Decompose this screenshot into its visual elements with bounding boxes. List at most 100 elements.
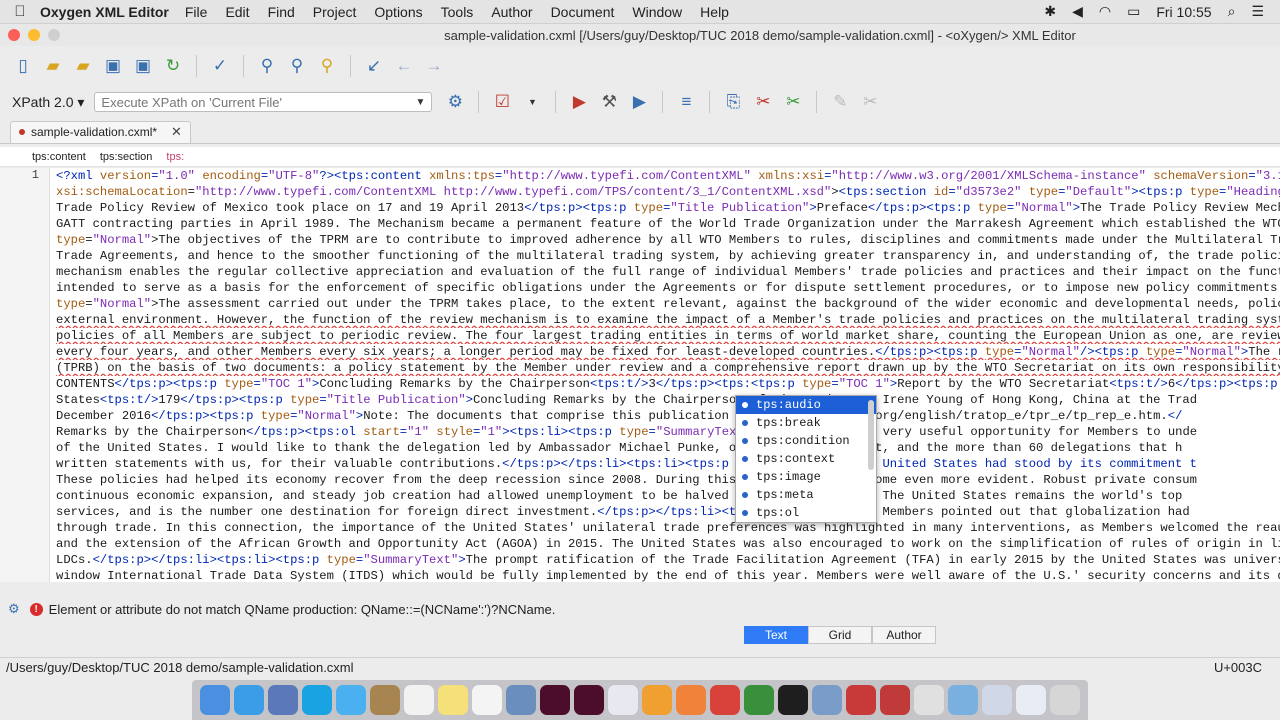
spellcheck-icon[interactable]: ✓	[207, 53, 233, 79]
menu-window[interactable]: Window	[632, 4, 682, 20]
code-line[interactable]: type="Normal">The assessment carried out…	[56, 296, 1280, 312]
find-replace-icon[interactable]: ⚲	[254, 53, 280, 79]
safari-icon[interactable]	[234, 685, 264, 715]
indesign-server-icon[interactable]	[574, 685, 604, 715]
chevron-down-icon[interactable]: ▼	[416, 97, 426, 108]
tab-author-mode[interactable]: Author	[872, 626, 936, 644]
wifi-icon[interactable]: ◠	[1099, 3, 1111, 20]
pin-icon[interactable]: ✂	[750, 89, 776, 115]
menu-edit[interactable]: Edit	[225, 4, 249, 20]
popup-scrollbar[interactable]	[868, 400, 874, 470]
menu-document[interactable]: Document	[551, 4, 615, 20]
forward-arrow-icon[interactable]: →	[421, 53, 447, 79]
menu-find[interactable]: Find	[268, 4, 295, 20]
app-truck-icon[interactable]	[812, 685, 842, 715]
code-line[interactable]: and the extension of the African Growth …	[56, 536, 1280, 552]
app-printer-icon[interactable]	[914, 685, 944, 715]
completion-item[interactable]: tps:meta	[736, 486, 876, 504]
photos-icon[interactable]	[642, 685, 672, 715]
code-line[interactable]: These policies had helped its economy re…	[56, 472, 1280, 488]
completion-item[interactable]: tps:break	[736, 414, 876, 432]
last-edit-icon[interactable]: ↙	[361, 53, 387, 79]
code-line[interactable]: every four years, and other Members ever…	[56, 344, 1280, 360]
code-line[interactable]: type="Normal">The objectives of the TPRM…	[56, 232, 1280, 248]
finder-icon[interactable]	[200, 685, 230, 715]
code-area[interactable]: <?xml version="1.0" encoding="UTF-8"?><t…	[56, 168, 1280, 582]
completion-item[interactable]: tps:context	[736, 450, 876, 468]
downloads-folder-icon[interactable]	[948, 685, 978, 715]
tab-sample-validation[interactable]: sample-validation.cxml* ✕	[10, 120, 191, 143]
breadcrumb-item[interactable]: tps:section	[100, 151, 153, 163]
code-line[interactable]: Trade Policy Review of Mexico took place…	[56, 200, 1280, 216]
new-file-icon[interactable]: ▯	[10, 53, 36, 79]
find-in-files-icon[interactable]: ⚲	[284, 53, 310, 79]
documents-icon[interactable]	[982, 685, 1012, 715]
breadcrumb-current[interactable]: tps:	[166, 151, 184, 163]
open-url-icon[interactable]: ▰	[70, 53, 96, 79]
code-line[interactable]: (TPRB) on the basis of two documents: a …	[56, 360, 1280, 376]
app-red-icon[interactable]	[710, 685, 740, 715]
close-icon[interactable]: ✕	[171, 124, 182, 140]
debug-transform-icon[interactable]: ▶	[626, 89, 652, 115]
code-line[interactable]: <?xml version="1.0" encoding="UTF-8"?><t…	[56, 168, 1280, 184]
validate-icon[interactable]: ☑	[489, 89, 515, 115]
code-line[interactable]: services, and is the number one destinat…	[56, 504, 1280, 520]
breadcrumb-item[interactable]: tps:content	[32, 151, 86, 163]
calendar-icon[interactable]	[404, 685, 434, 715]
volume-icon[interactable]: ◀	[1072, 3, 1083, 20]
format-indent-icon[interactable]: ≡	[673, 89, 699, 115]
app-window-icon[interactable]	[778, 685, 808, 715]
reminders-icon[interactable]	[472, 685, 502, 715]
tab-text-mode[interactable]: Text	[744, 626, 808, 644]
completion-item[interactable]: tps:ol	[736, 504, 876, 522]
code-line[interactable]: CONTENTS</tps:p><tps:p type="TOC 1">Conc…	[56, 376, 1280, 392]
notification-center-icon[interactable]: ☰	[1251, 3, 1264, 20]
code-line[interactable]: written statements with us, for their va…	[56, 456, 1280, 472]
clock[interactable]: Fri 10:55	[1156, 4, 1211, 20]
back-arrow-icon[interactable]: ←	[391, 53, 417, 79]
menu-file[interactable]: File	[185, 4, 208, 20]
menu-tools[interactable]: Tools	[441, 4, 474, 20]
content-completion-popup[interactable]: tps:audio tps:break tps:condition tps:conte…	[735, 395, 877, 523]
app-menu[interactable]: Oxygen XML Editor	[40, 4, 169, 20]
stickies-icon[interactable]	[438, 685, 468, 715]
code-line[interactable]: policies of all Members are subject to p…	[56, 328, 1280, 344]
apple-menu-icon[interactable]: 	[0, 3, 40, 20]
run-transform-icon[interactable]: ▶	[566, 89, 592, 115]
indesign-icon[interactable]	[540, 685, 570, 715]
xpath-settings-icon[interactable]: ⚙	[442, 89, 468, 115]
code-line[interactable]: through trade. In this connection, the i…	[56, 520, 1280, 536]
pin-green-icon[interactable]: ✂	[780, 89, 806, 115]
typefi-icon[interactable]	[608, 685, 638, 715]
code-line[interactable]: States<tps:t/>179</tps:p><tps:p type="Ti…	[56, 392, 1280, 408]
reload-icon[interactable]: ↻	[160, 53, 186, 79]
menu-help[interactable]: Help	[700, 4, 729, 20]
code-line[interactable]: Remarks by the Chairperson</tps:p><tps:o…	[56, 424, 1280, 440]
code-line[interactable]: of the United States. I would like to th…	[56, 440, 1280, 456]
code-line[interactable]: window International Trade Data System (…	[56, 568, 1280, 582]
code-line[interactable]: external environment. However, the funct…	[56, 312, 1280, 328]
bluetooth-icon[interactable]: ✱	[1044, 3, 1056, 20]
file-stack-icon[interactable]	[1016, 685, 1046, 715]
code-line[interactable]: xsi:schemaLocation="http://www.typefi.co…	[56, 184, 1280, 200]
completion-item[interactable]: tps:audio	[736, 396, 876, 414]
app-green-icon[interactable]	[744, 685, 774, 715]
code-line[interactable]: LDCs.</tps:p></tps:li><tps:li><tps:p typ…	[56, 552, 1280, 568]
app-x-icon[interactable]	[846, 685, 876, 715]
problem-message[interactable]: Element or attribute do not match QName …	[49, 602, 556, 617]
menu-options[interactable]: Options	[374, 4, 422, 20]
code-line[interactable]: continuous economic expansion, and stead…	[56, 488, 1280, 504]
open-folder-icon[interactable]: ▰	[40, 53, 66, 79]
document-tools-icon[interactable]: ⎘	[720, 89, 746, 115]
folder-icon[interactable]	[506, 685, 536, 715]
xpath-version-select[interactable]: XPath 2.0 ▾	[12, 94, 84, 111]
code-line[interactable]: mechanism enables the regular collective…	[56, 264, 1280, 280]
code-line[interactable]: Trade Agreements, and hence to the smoot…	[56, 248, 1280, 264]
save-icon[interactable]: ▣	[100, 53, 126, 79]
completion-item[interactable]: tps:image	[736, 468, 876, 486]
configure-transform-icon[interactable]: ⚒	[596, 89, 622, 115]
books-icon[interactable]	[676, 685, 706, 715]
preview-icon[interactable]	[268, 685, 298, 715]
app-chart-icon[interactable]	[880, 685, 910, 715]
skype-icon[interactable]	[302, 685, 332, 715]
